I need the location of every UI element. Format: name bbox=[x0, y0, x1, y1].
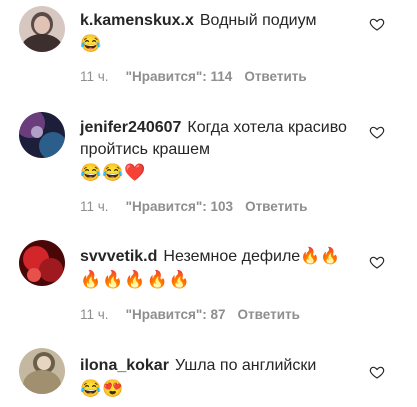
like-heart-icon[interactable] bbox=[369, 254, 385, 270]
comment-meta: 11 ч. "Нравится": 114 Ответить bbox=[80, 69, 319, 84]
comment-username[interactable]: jenifer240607 bbox=[80, 119, 181, 136]
like-heart-icon[interactable] bbox=[369, 16, 385, 32]
comment-text: Ушла по английски bbox=[174, 357, 317, 374]
comment-meta: 11 ч. "Нравится": 87 Ответить bbox=[80, 307, 312, 322]
comment-username[interactable]: k.kamenskux.x bbox=[80, 12, 194, 29]
avatar[interactable] bbox=[19, 240, 65, 286]
avatar[interactable] bbox=[19, 348, 65, 394]
avatar[interactable] bbox=[19, 6, 65, 52]
avatar[interactable] bbox=[19, 112, 65, 158]
comment-likes[interactable]: "Нравится": 103 bbox=[126, 199, 234, 214]
comment-time: 11 ч. bbox=[80, 307, 109, 322]
comment-time: 11 ч. bbox=[80, 69, 109, 84]
comment-emojis: 😂 bbox=[80, 34, 103, 53]
comment-time: 11 ч. bbox=[80, 199, 109, 214]
comment-emojis: 😂😂❤️ bbox=[80, 163, 147, 182]
reply-button[interactable]: Ответить bbox=[244, 69, 306, 84]
reply-button[interactable]: Ответить bbox=[245, 199, 307, 214]
comment-likes[interactable]: "Нравится": 114 bbox=[126, 69, 233, 84]
comment-text: Неземное дефиле🔥🔥 bbox=[163, 248, 341, 265]
like-heart-icon[interactable] bbox=[369, 124, 385, 140]
comment-username[interactable]: svvvetik.d bbox=[80, 248, 157, 265]
comment-username[interactable]: ilona_kokar bbox=[80, 357, 169, 374]
comment-likes[interactable]: "Нравится": 87 bbox=[126, 307, 226, 322]
comment-emojis: 🔥🔥🔥🔥🔥 bbox=[80, 270, 191, 289]
comment-text: Водный подиум bbox=[199, 12, 317, 29]
reply-button[interactable]: Ответить bbox=[238, 307, 300, 322]
comment-emojis: 😂😍 bbox=[80, 379, 125, 398]
comment-meta: 11 ч. "Нравится": 103 Ответить bbox=[80, 199, 319, 214]
like-heart-icon[interactable] bbox=[369, 364, 385, 380]
